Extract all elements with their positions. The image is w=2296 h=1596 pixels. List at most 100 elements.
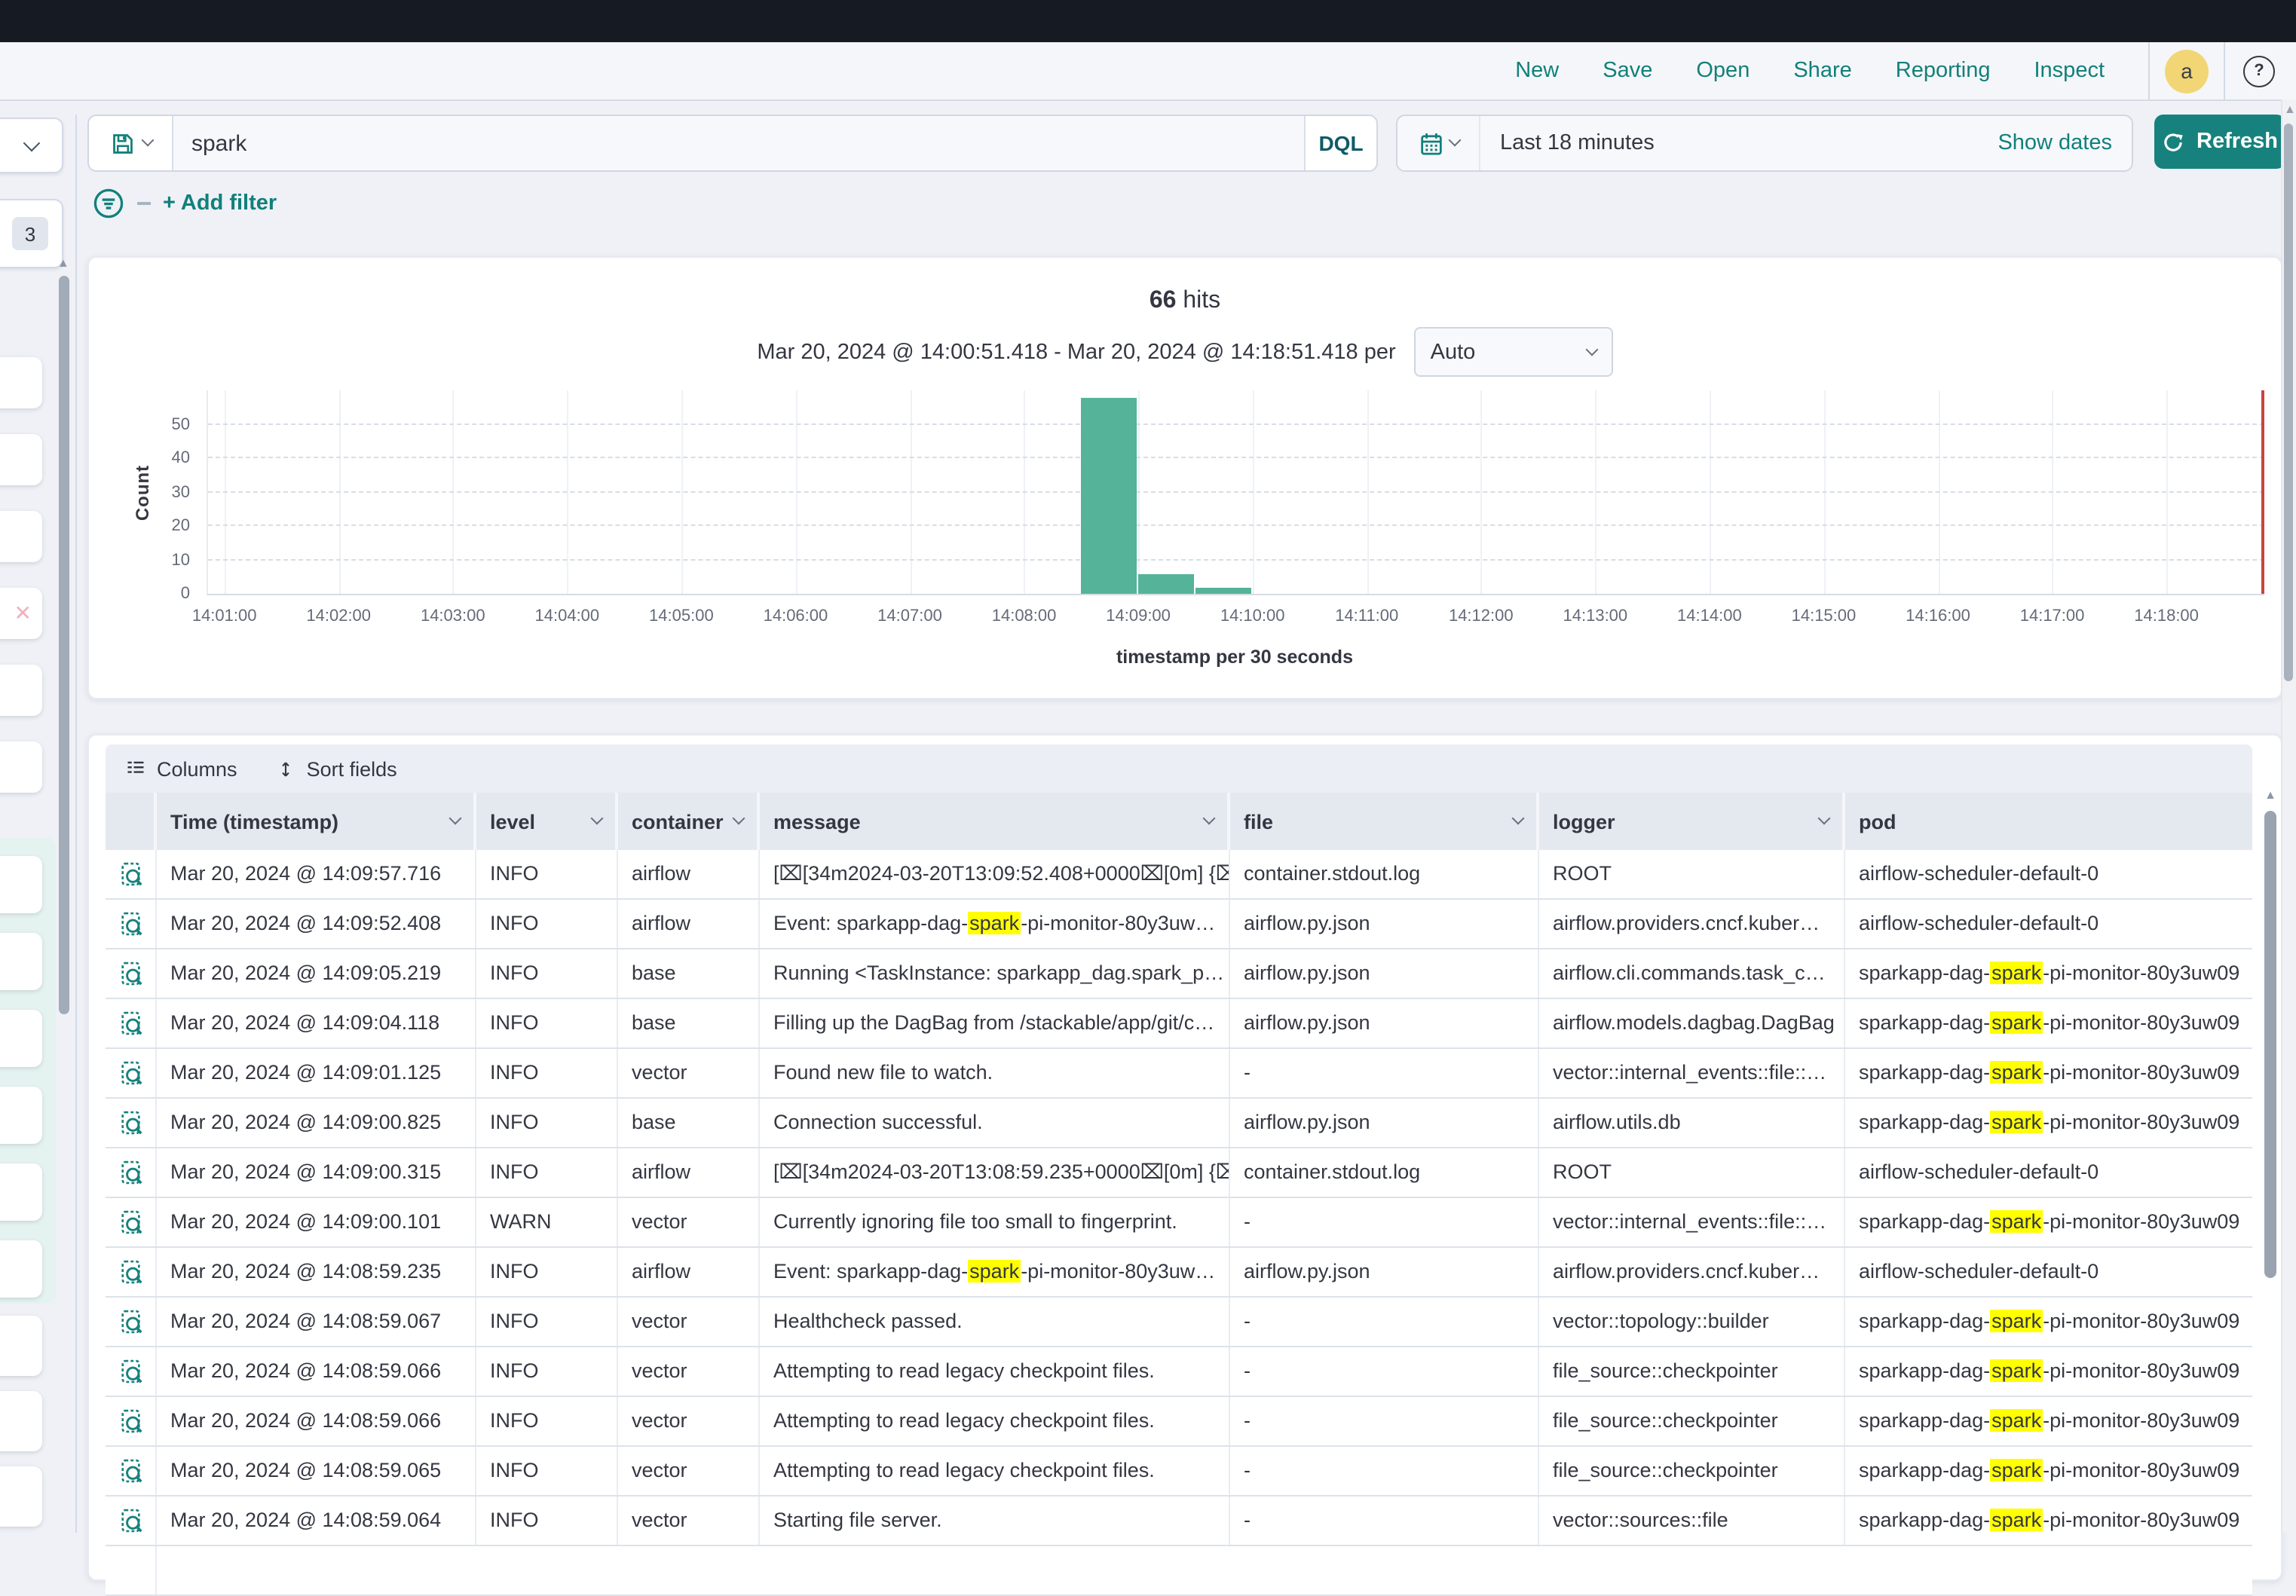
cell-file: -	[1230, 1447, 1539, 1495]
expand-document-button[interactable]	[106, 1298, 157, 1346]
interval-value: Auto	[1431, 340, 1476, 364]
expand-document-button[interactable]	[106, 1198, 157, 1246]
y-gridline	[208, 558, 2264, 560]
column-header-container[interactable]: container	[618, 793, 760, 850]
cell-container: base	[618, 949, 760, 998]
expand-document-button[interactable]	[106, 949, 157, 998]
expand-document-button[interactable]	[106, 1148, 157, 1197]
field-item[interactable]	[0, 1316, 42, 1376]
field-item[interactable]	[0, 933, 42, 990]
field-item[interactable]	[0, 856, 42, 913]
column-header-file[interactable]: file	[1230, 793, 1539, 850]
query-language-button[interactable]: DQL	[1304, 116, 1376, 170]
chevron-down-icon[interactable]	[449, 812, 462, 825]
field-item[interactable]	[0, 511, 42, 562]
help-icon[interactable]: ?	[2243, 55, 2275, 87]
cell-message: Attempting to read legacy checkpoint fil…	[760, 1397, 1230, 1445]
show-dates-button[interactable]: Show dates	[1998, 131, 2132, 155]
field-item[interactable]	[0, 665, 42, 716]
x-axis-tick: 14:06:00	[764, 607, 828, 625]
query-input[interactable]	[173, 116, 1304, 170]
saved-query-menu-button[interactable]	[89, 116, 173, 170]
field-item[interactable]	[0, 1163, 42, 1221]
expand-document-button[interactable]	[106, 999, 157, 1047]
cell-level: INFO	[476, 949, 618, 998]
chevron-down-icon[interactable]	[1203, 812, 1216, 825]
field-item[interactable]	[0, 1240, 42, 1298]
refresh-button[interactable]: Refresh	[2154, 115, 2285, 169]
index-pattern-collapse-button[interactable]	[0, 118, 63, 173]
column-header-label: Time (timestamp)	[170, 810, 338, 833]
field-item[interactable]	[0, 741, 42, 793]
x-gridline	[338, 390, 340, 594]
expand-document-button[interactable]	[106, 1497, 157, 1545]
sort-fields-button[interactable]: Sort fields	[277, 757, 397, 780]
add-filter-button[interactable]: + Add filter	[163, 191, 277, 215]
chart-plot[interactable]: Count 14:01:0014:02:0014:03:0014:04:0014…	[207, 390, 2264, 595]
nav-link-inspect[interactable]: Inspect	[2034, 59, 2105, 83]
column-header-level[interactable]: level	[476, 793, 618, 850]
histogram-bar[interactable]	[1081, 397, 1137, 594]
column-header-pod[interactable]: pod	[1845, 793, 2252, 850]
chevron-down-icon[interactable]	[1818, 812, 1831, 825]
y-axis-tick: 0	[181, 585, 190, 603]
time-range-value[interactable]: Last 18 minutes	[1480, 131, 1998, 155]
expand-document-button[interactable]	[106, 1347, 157, 1396]
avatar[interactable]: a	[2165, 49, 2209, 93]
cell-file: container.stdout.log	[1230, 850, 1539, 898]
field-item[interactable]	[0, 434, 42, 485]
expand-document-button[interactable]	[106, 900, 157, 948]
inspect-document-icon	[117, 1507, 144, 1534]
time-range-subtitle: Mar 20, 2024 @ 14:00:51.418 - Mar 20, 20…	[757, 340, 1395, 364]
table-row: Mar 20, 2024 @ 14:08:59.066INFOvectorAtt…	[106, 1347, 2252, 1397]
quick-select-menu-button[interactable]	[1397, 116, 1480, 170]
y-axis-tick: 50	[172, 415, 191, 433]
filter-bar: + Add filter	[92, 185, 277, 220]
cell-file: airflow.py.json	[1230, 900, 1539, 948]
column-header-message[interactable]: message	[760, 793, 1230, 850]
chevron-down-icon	[141, 134, 154, 147]
table-row-partial	[106, 1546, 2252, 1596]
interval-select[interactable]: Auto	[1414, 327, 1613, 377]
chevron-down-icon[interactable]	[591, 812, 604, 825]
expand-document-button[interactable]	[106, 1397, 157, 1445]
cell-message: Event: sparkapp-dag-spark-pi-monitor-80y…	[760, 1248, 1230, 1296]
expand-document-button[interactable]	[106, 1099, 157, 1147]
nav-link-save[interactable]: Save	[1603, 59, 1652, 83]
field-item[interactable]	[0, 357, 42, 408]
cell-time: Mar 20, 2024 @ 14:08:59.064	[157, 1497, 476, 1545]
table-scroll-up-icon[interactable]: ▲	[2264, 790, 2276, 802]
sidebar-scrollbar[interactable]	[59, 276, 69, 1014]
expand-document-button[interactable]	[106, 1248, 157, 1296]
cell-file: airflow.py.json	[1230, 1248, 1539, 1296]
search-highlight: spark	[1990, 1409, 2043, 1432]
field-item[interactable]	[0, 1391, 42, 1451]
column-header-time[interactable]: Time (timestamp)	[157, 793, 476, 850]
nav-link-open[interactable]: Open	[1696, 59, 1750, 83]
nav-link-share[interactable]: Share	[1793, 59, 1851, 83]
chevron-down-icon[interactable]	[1512, 812, 1525, 825]
chevron-down-icon[interactable]	[733, 812, 745, 825]
cell-message: Filling up the DagBag from /stackable/ap…	[760, 999, 1230, 1047]
nav-link-new[interactable]: New	[1515, 59, 1559, 83]
table-scrollbar[interactable]	[2264, 811, 2276, 1278]
expand-document-button[interactable]	[106, 1447, 157, 1495]
inspect-document-icon	[117, 1358, 144, 1385]
expand-document-button[interactable]	[106, 1049, 157, 1097]
filter-icon[interactable]	[92, 186, 125, 219]
field-item[interactable]	[0, 1087, 42, 1144]
histogram-bar[interactable]	[1138, 573, 1194, 594]
expand-document-button[interactable]	[106, 850, 157, 898]
documents-table: Columns Sort fields Time (timestamp) leve…	[106, 744, 2252, 1596]
remove-field-icon[interactable]: ✕	[14, 601, 32, 626]
field-item[interactable]	[0, 1010, 42, 1067]
histogram-bar[interactable]	[1195, 587, 1251, 594]
page-scroll-up-icon[interactable]: ▲	[2284, 104, 2296, 116]
nav-link-reporting[interactable]: Reporting	[1896, 59, 1991, 83]
columns-button[interactable]: Columns	[125, 757, 237, 780]
field-item[interactable]	[0, 1466, 42, 1527]
page-scrollbar[interactable]	[2284, 124, 2293, 681]
field-item[interactable]: ✕	[0, 588, 42, 639]
sidebar-scroll-up-icon[interactable]: ▲	[57, 258, 69, 270]
column-header-logger[interactable]: logger	[1539, 793, 1845, 850]
